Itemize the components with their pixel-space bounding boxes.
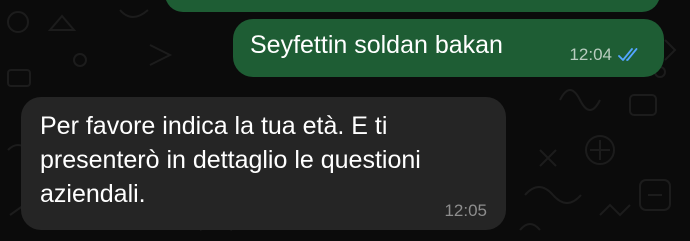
incoming-message-bubble[interactable]: Per favore indica la tua età. E ti prese… [21, 97, 506, 230]
incoming-message-time: 12:05 [444, 201, 487, 220]
chat-view: Seyfettin soldan bakan 12:04 Per favore … [0, 0, 690, 241]
outgoing-message-bubble[interactable]: Seyfettin soldan bakan 12:04 [233, 19, 664, 77]
double-check-read-icon [618, 48, 638, 61]
outgoing-message-text: Seyfettin soldan bakan [250, 31, 503, 59]
previous-message-bubble[interactable] [165, 0, 660, 12]
incoming-message-text: Per favore indica la tua età. E ti prese… [40, 112, 421, 208]
outgoing-message-time: 12:04 [569, 45, 612, 64]
outgoing-message-meta: 12:04 [569, 45, 642, 65]
